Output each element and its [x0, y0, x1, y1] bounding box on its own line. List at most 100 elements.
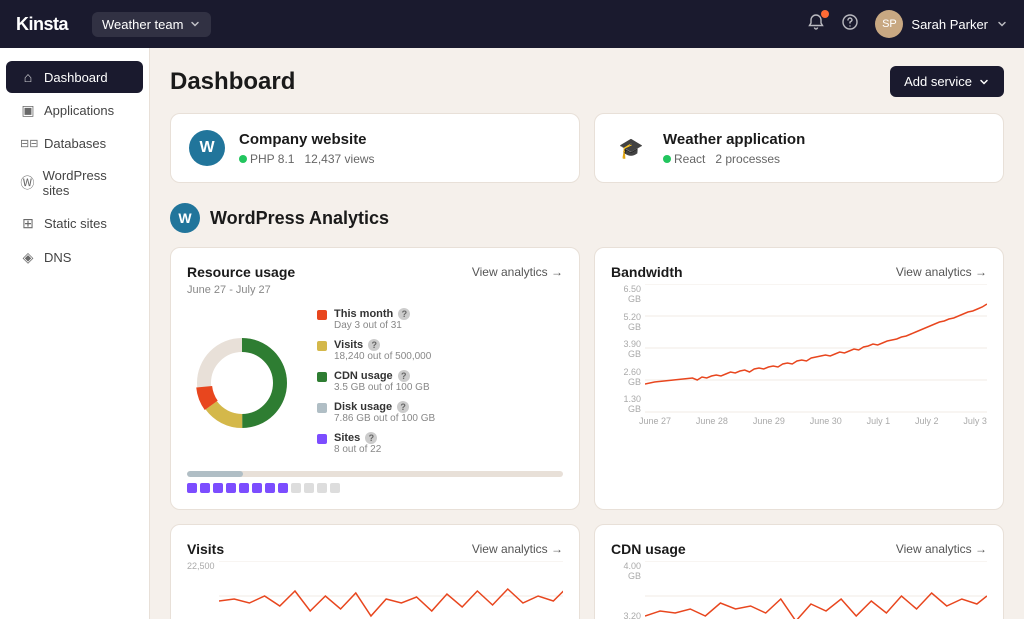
info-icon-sites[interactable]: ?: [365, 432, 377, 444]
add-service-button[interactable]: Add service: [890, 66, 1004, 97]
service-card-website[interactable]: W Company website PHP 8.1 12,437 views: [170, 113, 580, 183]
help-icon[interactable]: [841, 13, 859, 36]
info-icon-cdn[interactable]: ?: [398, 370, 410, 382]
x-label-7: July 3: [963, 416, 987, 426]
service-name-weather: Weather application: [663, 131, 805, 148]
service-meta-weather: React 2 processes: [663, 152, 805, 166]
sidebar: ⌂ Dashboard ▣ Applications ⊟⊟ Databases …: [0, 48, 150, 619]
wordpress-service-icon: W: [189, 130, 225, 166]
disk-progress-bg: [187, 471, 563, 477]
x-label-3: June 29: [753, 416, 785, 426]
visits-svg: [219, 561, 563, 619]
sidebar-item-wordpress[interactable]: Ⓦ WordPress sites: [6, 160, 143, 206]
bandwidth-title: Bandwidth: [611, 264, 683, 280]
main-content: Dashboard Add service W Company website …: [150, 48, 1024, 619]
service-card-weather[interactable]: 🎓 Weather application React 2 processes: [594, 113, 1004, 183]
applications-icon: ▣: [20, 102, 36, 119]
sidebar-label-static: Static sites: [44, 216, 107, 231]
wp-analytics-heading: W WordPress Analytics: [170, 203, 1004, 233]
service-info-weather: Weather application React 2 processes: [663, 131, 805, 166]
logo: Kinsta: [16, 14, 68, 35]
cdn-y-2: 3.20 GB: [611, 611, 641, 619]
wp-heading-icon: W: [170, 203, 200, 233]
bandwidth-y-axis: 6.50 GB 5.20 GB 3.90 GB 2.60 GB 1.30 GB: [611, 284, 645, 414]
sites-dot-12: [330, 483, 340, 493]
wp-analytics-title: WordPress Analytics: [210, 208, 389, 229]
sidebar-item-databases[interactable]: ⊟⊟ Databases: [6, 128, 143, 159]
sites-dot-9: [291, 483, 301, 493]
visits-chart-area: 22,500 18,000: [187, 561, 563, 619]
cdn-chart-area: 4.00 GB 3.20 GB: [611, 561, 987, 619]
x-label-4: June 30: [810, 416, 842, 426]
resource-usage-link[interactable]: View analytics →: [472, 265, 563, 279]
notifications-bell[interactable]: [807, 13, 825, 36]
service-processes: 2 processes: [715, 152, 780, 166]
sites-dot-2: [200, 483, 210, 493]
sidebar-item-dns[interactable]: ◈ DNS: [6, 241, 143, 274]
dns-icon: ◈: [20, 249, 36, 266]
service-cards: W Company website PHP 8.1 12,437 views 🎓…: [170, 113, 1004, 183]
bandwidth-link[interactable]: View analytics →: [896, 265, 987, 279]
team-selector[interactable]: Weather team: [92, 12, 211, 37]
legend-text-sites: Sites ? 8 out of 22: [334, 432, 381, 455]
info-icon-month[interactable]: ?: [398, 308, 410, 320]
visits-title: Visits: [187, 541, 224, 557]
resource-legend: This month ? Day 3 out of 31 Visits ? 18…: [317, 308, 563, 463]
topnav-right: SP Sarah Parker: [807, 10, 1008, 38]
legend-text-cdn: CDN usage ? 3.5 GB out of 100 GB: [334, 370, 430, 393]
sites-dot-5: [239, 483, 249, 493]
bandwidth-svg: [645, 284, 987, 414]
bandwidth-x-axis: June 27 June 28 June 29 June 30 July 1 J…: [611, 416, 987, 426]
sidebar-item-dashboard[interactable]: ⌂ Dashboard: [6, 61, 143, 93]
main-layout: ⌂ Dashboard ▣ Applications ⊟⊟ Databases …: [0, 48, 1024, 619]
sites-dots: [187, 483, 563, 493]
cdn-header: CDN usage View analytics →: [611, 541, 987, 557]
page-title: Dashboard: [170, 68, 295, 96]
home-icon: ⌂: [20, 69, 36, 85]
analytics-grid: Resource usage View analytics → June 27 …: [170, 247, 1004, 619]
add-service-label: Add service: [904, 74, 972, 89]
legend-dot-disk: [317, 403, 327, 413]
cdn-title: CDN usage: [611, 541, 686, 557]
sites-dot-4: [226, 483, 236, 493]
visits-card: Visits View analytics → 22,500 18,000: [170, 524, 580, 619]
cdn-card: CDN usage View analytics → 4.00 GB 3.20 …: [594, 524, 1004, 619]
visits-y-1: 22,500: [187, 561, 215, 571]
sidebar-item-static[interactable]: ⊞ Static sites: [6, 207, 143, 240]
legend-item-disk: Disk usage ? 7.86 GB out of 100 GB: [317, 401, 563, 424]
bandwidth-chart-with-axis: 6.50 GB 5.20 GB 3.90 GB 2.60 GB 1.30 GB: [611, 284, 987, 414]
visits-link[interactable]: View analytics →: [472, 542, 563, 556]
sidebar-item-applications[interactable]: ▣ Applications: [6, 94, 143, 127]
resource-usage-header: Resource usage View analytics →: [187, 264, 563, 280]
info-icon-visits[interactable]: ?: [368, 339, 380, 351]
disk-progress-fill: [187, 471, 243, 477]
status-dot-weather: [663, 155, 671, 163]
sites-dot-1: [187, 483, 197, 493]
notification-badge: [821, 10, 829, 18]
resource-usage-title: Resource usage: [187, 264, 295, 280]
y-label-3: 3.90 GB: [611, 339, 641, 359]
bandwidth-card: Bandwidth View analytics → 6.50 GB 5.20 …: [594, 247, 1004, 510]
sidebar-label-databases: Databases: [44, 136, 106, 151]
team-name: Weather team: [102, 17, 183, 32]
sites-dot-10: [304, 483, 314, 493]
sites-dot-3: [213, 483, 223, 493]
service-status-website: PHP 8.1: [239, 152, 294, 166]
cdn-link[interactable]: View analytics →: [896, 542, 987, 556]
sidebar-label-dashboard: Dashboard: [44, 70, 108, 85]
bandwidth-header: Bandwidth View analytics →: [611, 264, 987, 280]
add-service-chevron-icon: [978, 76, 990, 88]
x-label-5: July 1: [867, 416, 891, 426]
donut-chart: [187, 328, 297, 443]
resource-card-body: This month ? Day 3 out of 31 Visits ? 18…: [187, 308, 563, 463]
y-label-2: 5.20 GB: [611, 312, 641, 332]
info-icon-disk[interactable]: ?: [397, 401, 409, 413]
legend-dot-sites: [317, 434, 327, 444]
cdn-svg: [645, 561, 987, 619]
legend-text-month: This month ? Day 3 out of 31: [334, 308, 410, 331]
x-label-1: June 27: [639, 416, 671, 426]
topnav: Kinsta Weather team SP Sarah Parker: [0, 0, 1024, 48]
weather-service-icon: 🎓: [613, 130, 649, 166]
disk-progress-row: [187, 471, 563, 477]
user-menu[interactable]: SP Sarah Parker: [875, 10, 1008, 38]
